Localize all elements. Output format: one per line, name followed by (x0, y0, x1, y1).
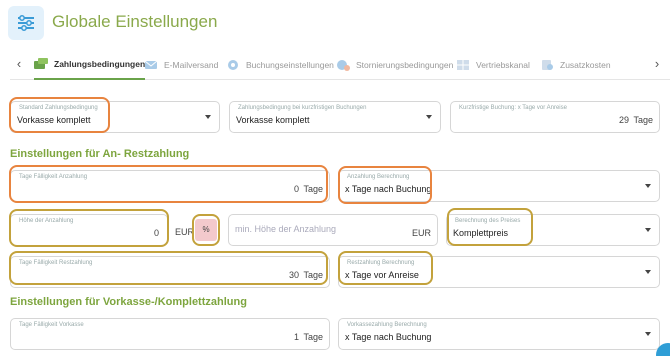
chevron-down-icon (426, 115, 432, 119)
percent-toggle[interactable]: % (195, 219, 217, 241)
tage-vor-anreise-input[interactable]: Kurzfristige Buchung: x Tage vor Anreise… (450, 101, 660, 133)
field-label: Tage Fälligkeit Vorkasse (19, 322, 84, 328)
field-label: Restzahlung Berechnung (347, 260, 415, 266)
tage-faelligkeit-anzahlung-input[interactable]: Tage Fälligkeit Anzahlung 0 Tage (10, 170, 330, 202)
page-title: Globale Einstellungen (52, 12, 218, 31)
tab-e-mailversand[interactable]: E-Mailversand (144, 50, 218, 80)
min-hoehe-anzahlung-input[interactable]: min. Höhe der Anzahlung EUR (228, 214, 438, 246)
field-label: Tage Fälligkeit Anzahlung (19, 174, 88, 180)
field-unit: Tage (303, 184, 323, 194)
tab-label: Vertriebskanal (476, 60, 530, 70)
tab-label: Stornierungsbedingungen (356, 60, 454, 70)
section-title-anzahlung: Einstellungen für An- Restzahlung (10, 148, 190, 160)
hoehe-anzahlung-input[interactable]: Höhe der Anzahlung 0 (10, 214, 168, 246)
field-value: 0 (153, 228, 159, 238)
tab-label: Zahlungsbedingungen (54, 59, 146, 69)
field-unit: EUR (411, 228, 431, 238)
field-label: Kurzfristige Buchung: x Tage vor Anreise (459, 105, 567, 111)
field-placeholder: min. Höhe der Anzahlung (235, 224, 337, 234)
grid-icon (456, 59, 470, 71)
chevron-down-icon (645, 184, 651, 188)
tage-faelligkeit-vorkasse-input[interactable]: Tage Fälligkeit Vorkasse 1 Tage (10, 318, 330, 350)
costs-icon (540, 59, 554, 71)
mail-icon (144, 59, 158, 71)
kurzfristig-zahlungsbedingung-select[interactable]: Zahlungsbedingung bei kurzfristigen Buch… (229, 101, 441, 133)
field-value: 0 (293, 184, 299, 194)
page-header: Globale Einstellungen (0, 0, 670, 46)
tab-label: Zusatzkosten (560, 60, 611, 70)
restzahlung-berechnung-select[interactable]: Restzahlung Berechnung x Tage vor Anreis… (338, 256, 660, 288)
field-value: x Tage nach Buchung (345, 332, 432, 342)
gear-icon (226, 59, 240, 71)
field-value: x Tage vor Anreise (345, 270, 419, 280)
chevron-down-icon (205, 115, 211, 119)
preis-berechnung-select[interactable]: Berechnung des Preises Komplettpreis (446, 214, 660, 246)
field-value: x Tage nach Buchung (345, 184, 432, 194)
anzahlung-berechnung-select[interactable]: Anzahlung Berechnung x Tage nach Buchung (338, 170, 660, 202)
field-unit: Tage (303, 270, 323, 280)
vorkasse-berechnung-select[interactable]: Vorkassezahlung Berechnung x Tage nach B… (338, 318, 660, 350)
tab-zusatzkosten[interactable]: Zusatzkosten (540, 50, 611, 80)
field-label: Zahlungsbedingung bei kurzfristigen Buch… (238, 105, 367, 111)
tage-faelligkeit-restzahlung-input[interactable]: Tage Fälligkeit Restzahlung 30 Tage (10, 256, 330, 288)
field-label: Berechnung des Preises (455, 218, 521, 224)
field-unit: Tage (633, 115, 653, 125)
section-title-vorkasse: Einstellungen für Vorkasse-/Komplettzahl… (10, 296, 247, 308)
settings-sliders-icon (8, 6, 44, 40)
tab-label: E-Mailversand (164, 60, 219, 70)
tab-bar: ‹ Zahlungsbedingungen E-Mailversand Buch… (10, 50, 670, 80)
field-value: Komplettpreis (453, 228, 509, 238)
field-label: Standard Zahlungsbedingung (19, 105, 98, 111)
chevron-down-icon (645, 332, 651, 336)
tab-vertriebskanal[interactable]: Vertriebskanal (456, 50, 530, 80)
field-value: 29 (618, 115, 629, 125)
tab-scroll-left-icon[interactable]: ‹ (12, 56, 26, 74)
tab-label: Buchungseinstellungen (246, 60, 334, 70)
field-value: 30 (288, 270, 299, 280)
eur-unit-label: EUR (175, 227, 195, 237)
field-label: Höhe der Anzahlung (19, 218, 74, 224)
payment-icon (34, 58, 48, 70)
tab-buchungseinstellungen[interactable]: Buchungseinstellungen (226, 50, 334, 80)
chevron-down-icon (645, 270, 651, 274)
standard-zahlungsbedingung-select[interactable]: Standard Zahlungsbedingung Vorkasse komp… (10, 101, 220, 133)
tab-stornierungsbedingungen[interactable]: Stornierungsbedingungen (336, 50, 453, 80)
field-label: Vorkassezahlung Berechnung (347, 322, 427, 328)
field-unit: Tage (303, 332, 323, 342)
field-value: 1 (293, 332, 299, 342)
field-label: Anzahlung Berechnung (347, 174, 410, 180)
field-value: Vorkasse komplett (236, 115, 310, 125)
tab-scroll-right-icon[interactable]: › (650, 56, 664, 74)
field-label: Tage Fälligkeit Restzahlung (19, 260, 93, 266)
chevron-down-icon (645, 228, 651, 232)
gear-cancel-icon (336, 59, 350, 71)
field-value: Vorkasse komplett (17, 115, 91, 125)
tab-zahlungsbedingungen[interactable]: Zahlungsbedingungen (34, 50, 146, 80)
